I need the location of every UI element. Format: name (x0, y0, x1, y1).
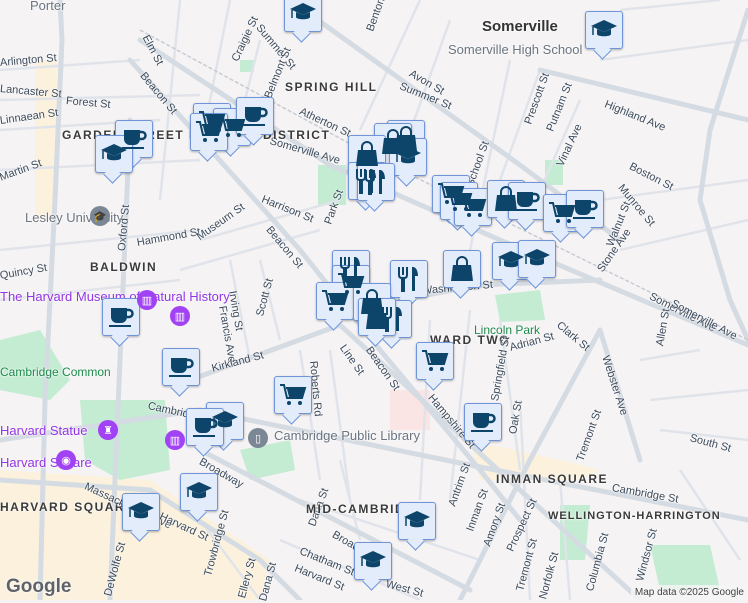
coffee-icon (515, 192, 540, 211)
map-label: Cambridge Common (0, 365, 111, 379)
coffee-icon (243, 107, 268, 126)
map-label: Harvard Statue (0, 423, 88, 438)
camera-pin-icon[interactable]: ◉ (56, 450, 76, 470)
map-label: Harvard Square (0, 455, 92, 470)
coffee-icon (471, 413, 496, 432)
museum-pin-icon[interactable]: ▥ (165, 430, 185, 450)
marker-education[interactable] (354, 542, 392, 580)
bag-icon (356, 141, 378, 166)
map-label: WELLINGTON-HARRINGTON (548, 510, 721, 522)
marker-education[interactable] (284, 0, 322, 32)
education-icon (395, 147, 421, 164)
map-label: BALDWIN (90, 260, 158, 274)
education-icon (128, 502, 154, 519)
map-label: Cambridge Public Library (274, 428, 420, 443)
bag-icon (366, 304, 388, 329)
marker-restaurant[interactable] (357, 163, 395, 201)
marker-bag[interactable] (443, 250, 481, 288)
map-label: Porter (30, 0, 66, 13)
marker-cart[interactable] (416, 342, 454, 380)
coffee-icon (573, 200, 598, 219)
university-pin-icon[interactable]: 🎓 (90, 206, 110, 226)
coffee-icon (193, 418, 218, 437)
marker-education[interactable] (180, 473, 218, 511)
coffee-icon (169, 358, 194, 377)
bag-icon (451, 256, 473, 281)
statue-pin-icon[interactable]: ♜ (98, 420, 118, 440)
cart-icon (322, 290, 349, 311)
marker-coffee[interactable] (464, 403, 502, 441)
cart-icon (460, 196, 487, 217)
marker-cart[interactable] (274, 376, 312, 414)
map-label: SPRING HILL (285, 80, 378, 94)
cart-icon (196, 121, 223, 142)
map-attribution[interactable]: Map data ©2025 Google (630, 585, 748, 600)
cart-icon (280, 384, 307, 405)
marker-education[interactable] (585, 11, 623, 49)
education-icon (591, 20, 617, 37)
marker-coffee[interactable] (102, 298, 140, 336)
education-icon (186, 482, 212, 499)
marker-education[interactable] (398, 502, 436, 540)
museum-pin-icon[interactable]: ▥ (170, 306, 190, 326)
map-label: Somerville (482, 18, 558, 35)
education-icon (290, 3, 316, 20)
education-icon (101, 144, 127, 161)
road-mcgrath-hwy (697, 7, 748, 343)
google-logo: Google (6, 576, 72, 597)
marker-restaurant[interactable] (390, 260, 428, 298)
marker-coffee[interactable] (162, 348, 200, 386)
map-label: INMAN SQUARE (496, 472, 609, 486)
marker-education[interactable] (122, 493, 160, 531)
cart-icon (422, 350, 449, 371)
education-icon (524, 249, 550, 266)
library-pin-icon[interactable]: ▯ (248, 428, 268, 448)
map-label: Somerville High School (448, 42, 583, 57)
education-icon (404, 511, 430, 528)
coffee-icon (109, 308, 134, 327)
education-icon (498, 251, 524, 268)
museum-pin-icon[interactable]: ▥ (137, 290, 157, 310)
education-icon (360, 551, 386, 568)
restaurant-icon (398, 267, 418, 292)
restaurant-icon (365, 170, 385, 195)
